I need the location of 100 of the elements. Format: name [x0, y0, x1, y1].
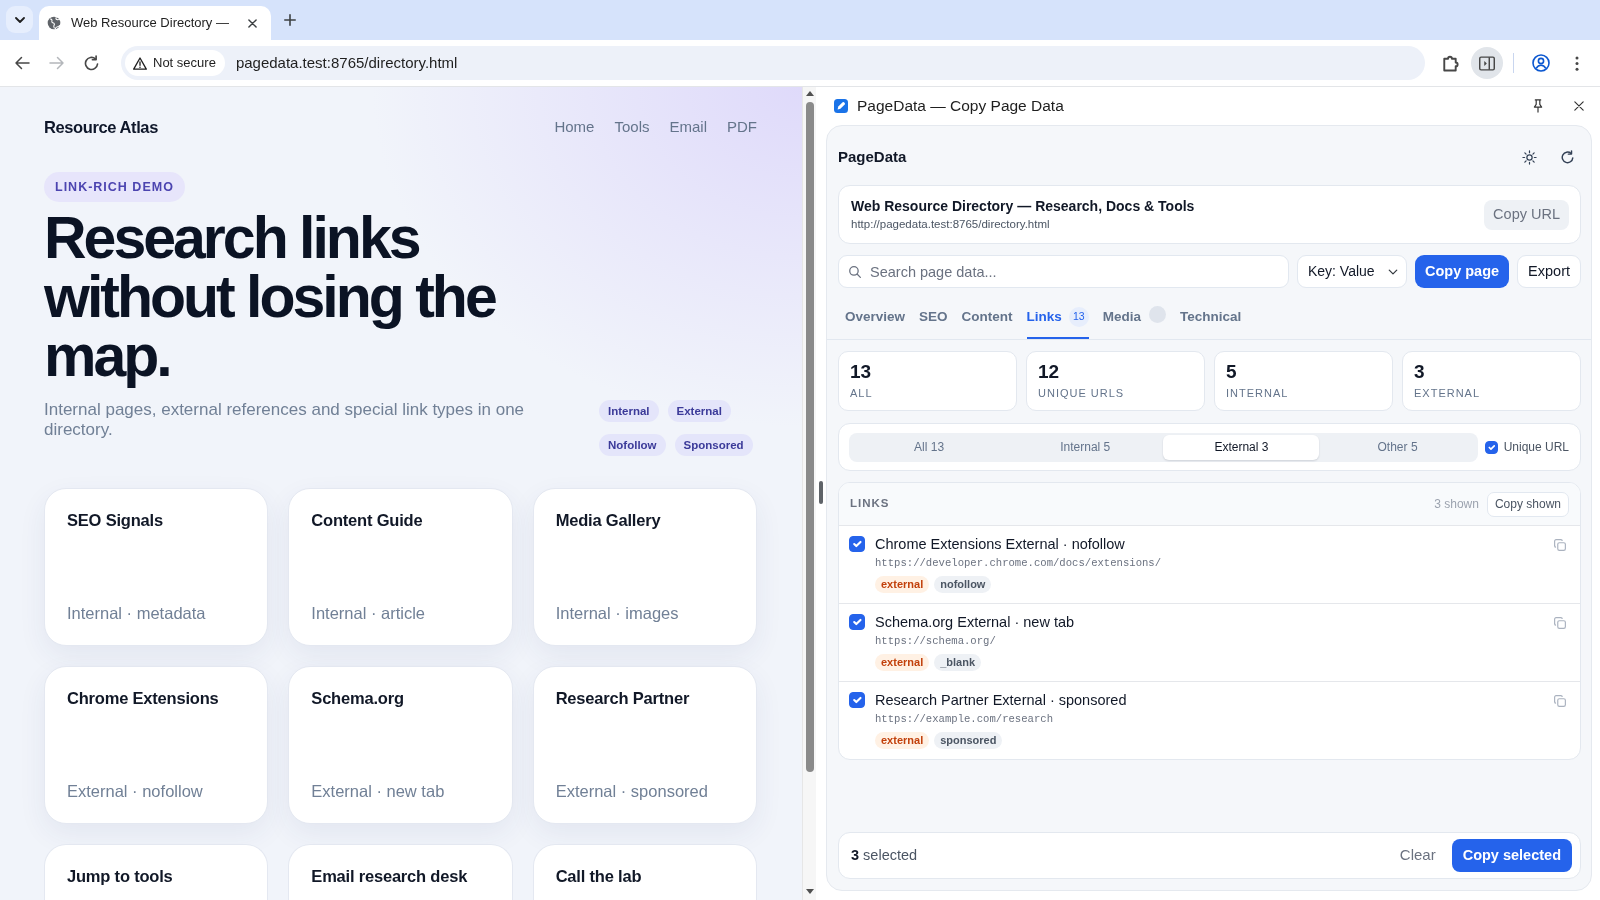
card-meta: External · sponsored: [555, 781, 709, 801]
card-meta: Internal · metadata: [67, 603, 207, 623]
scroll-down-icon[interactable]: [805, 889, 814, 894]
copy-url-button[interactable]: Copy URL: [1484, 199, 1569, 230]
app-name: PageData: [838, 146, 907, 167]
reload-icon[interactable]: [84, 55, 99, 71]
tab[interactable]: Technical: [1180, 295, 1242, 339]
stat-value: 13: [850, 360, 873, 384]
side-panel-button[interactable]: [1471, 47, 1503, 79]
scrollbar-thumb[interactable]: [805, 102, 814, 772]
card-title: Research Partner: [555, 688, 691, 708]
link-url: https://developer.chrome.com/docs/extensions/: [875, 556, 1162, 570]
resource-card[interactable]: Call the lab: [532, 844, 757, 900]
url-text: pagedata.test:8765/directory.html: [235, 52, 458, 73]
link-tag: external: [875, 654, 930, 671]
clear-button[interactable]: Clear: [1391, 844, 1444, 867]
copy-shown-button[interactable]: Copy shown: [1486, 491, 1569, 517]
link-checkbox[interactable]: [849, 536, 865, 552]
tab-list-button[interactable]: [6, 6, 33, 33]
resource-card[interactable]: Schema.org External · new tab: [288, 666, 513, 824]
search-field[interactable]: Search page data...: [838, 255, 1289, 288]
stat-label: EXTERNAL: [1414, 386, 1482, 400]
address-bar[interactable]: Not secure pagedata.test:8765/directory.html: [121, 46, 1425, 80]
app-logo-icon: [834, 99, 848, 113]
link-tag: _blank: [934, 654, 982, 671]
tab[interactable]: Content: [961, 295, 1013, 339]
card-meta: External · nofollow: [67, 781, 204, 801]
scrollbar[interactable]: [802, 87, 816, 900]
stat-label: UNIQUE URLS: [1038, 386, 1126, 400]
filter-segment[interactable]: Other 5: [1319, 434, 1476, 460]
link-tag: external: [875, 732, 930, 749]
card-title: Jump to tools: [67, 866, 174, 886]
stat-value: 3: [1414, 360, 1426, 384]
copy-page-button[interactable]: Copy page: [1414, 255, 1510, 288]
tab[interactable]: Media: [1102, 295, 1167, 339]
menu-icon[interactable]: [1575, 55, 1579, 71]
globe-icon: [47, 16, 61, 30]
unique-url-checkbox[interactable]: [1484, 440, 1498, 454]
stat-value: 5: [1226, 360, 1238, 384]
security-chip[interactable]: Not secure: [125, 50, 225, 76]
export-button[interactable]: Export: [1517, 255, 1581, 288]
copy-selected-button[interactable]: Copy selected: [1451, 839, 1572, 872]
stat-value: 12: [1038, 360, 1061, 384]
filter-segment[interactable]: All 13: [851, 434, 1008, 460]
link-tag: sponsored: [934, 732, 1003, 749]
resize-handle[interactable]: [819, 481, 823, 504]
resource-card[interactable]: Chrome Extensions External · nofollow: [44, 666, 269, 824]
format-select[interactable]: Key: Value: [1296, 255, 1407, 288]
filter-segment[interactable]: External 3: [1163, 434, 1320, 460]
tab[interactable]: SEO: [919, 295, 948, 339]
link-checkbox[interactable]: [849, 614, 865, 630]
resource-card[interactable]: Research Partner External · sponsored: [532, 666, 757, 824]
link-type-tag: Nofollow: [599, 434, 666, 456]
resource-card[interactable]: Jump to tools: [44, 844, 269, 900]
resource-card[interactable]: SEO Signals Internal · metadata: [44, 488, 269, 646]
link-title: Chrome Extensions External · nofollow: [875, 535, 1126, 553]
tab[interactable]: Overview: [845, 295, 906, 339]
close-icon[interactable]: [1574, 101, 1584, 111]
page-title: Web Resource Directory — Research, Docs & Tools: [851, 197, 1195, 215]
selection-count: 3 selected: [851, 845, 918, 865]
refresh-icon[interactable]: [1561, 150, 1574, 164]
resource-card[interactable]: Email research desk: [288, 844, 513, 900]
side-panel-icon: [1479, 55, 1495, 71]
link-tag: external: [875, 576, 930, 593]
link-tag: nofollow: [934, 576, 992, 593]
resource-card[interactable]: Content Guide Internal · article: [288, 488, 513, 646]
card-title: Content Guide: [311, 510, 424, 530]
sun-icon[interactable]: [1522, 149, 1537, 165]
link-url: https://schema.org/: [875, 634, 997, 648]
browser-tab[interactable]: Web Resource Directory —: [39, 6, 271, 40]
scroll-up-icon[interactable]: [805, 91, 814, 96]
link-checkbox[interactable]: [849, 692, 865, 708]
panel-title: PageData — Copy Page Data: [857, 96, 1064, 117]
count-badge: 13: [1068, 307, 1089, 327]
intro-text: Internal pages, external references and special link types in one directory.: [44, 400, 526, 440]
close-icon[interactable]: [248, 18, 257, 28]
checkbox-label: Unique URL: [1503, 439, 1569, 456]
link-type-tag: Internal: [599, 400, 659, 422]
nav-link[interactable]: Home: [554, 115, 595, 139]
extensions-icon[interactable]: [1443, 54, 1459, 72]
nav-link[interactable]: Email: [669, 115, 707, 139]
back-icon[interactable]: [14, 55, 30, 71]
card-title: Call the lab: [555, 866, 643, 886]
tab[interactable]: Links 13: [1026, 295, 1089, 339]
shown-count: 3 shown: [1434, 496, 1479, 513]
tab-title: Web Resource Directory —: [71, 14, 230, 33]
card-meta: Internal · article: [311, 603, 427, 623]
pin-icon[interactable]: [1533, 99, 1543, 113]
link-type-tag: Sponsored: [674, 434, 753, 456]
nav-link[interactable]: Tools: [614, 115, 650, 139]
demo-badge: LINK-RICH DEMO: [44, 172, 185, 202]
new-tab-icon[interactable]: [284, 14, 296, 26]
site-logo-text[interactable]: Resource Atlas: [44, 114, 158, 140]
filter-segment[interactable]: Internal 5: [1007, 434, 1164, 460]
nav-link[interactable]: PDF: [727, 115, 757, 139]
card-title: Schema.org: [311, 688, 405, 708]
headline: Research links without losing the map.: [44, 209, 497, 386]
resource-card[interactable]: Media Gallery Internal · images: [532, 488, 757, 646]
card-meta: External · new tab: [311, 781, 446, 801]
profile-icon[interactable]: [1532, 54, 1550, 72]
